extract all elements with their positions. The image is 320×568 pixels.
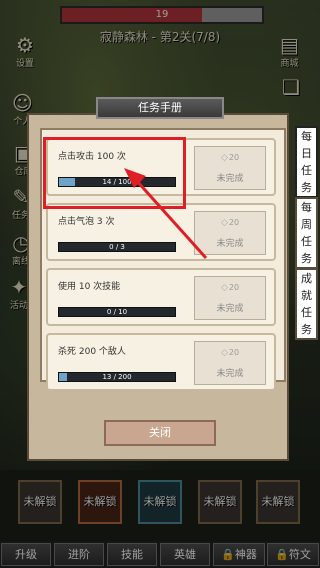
arrow-head bbox=[124, 168, 146, 188]
annotation-arrow bbox=[124, 168, 208, 260]
arrow-shaft bbox=[134, 178, 208, 260]
